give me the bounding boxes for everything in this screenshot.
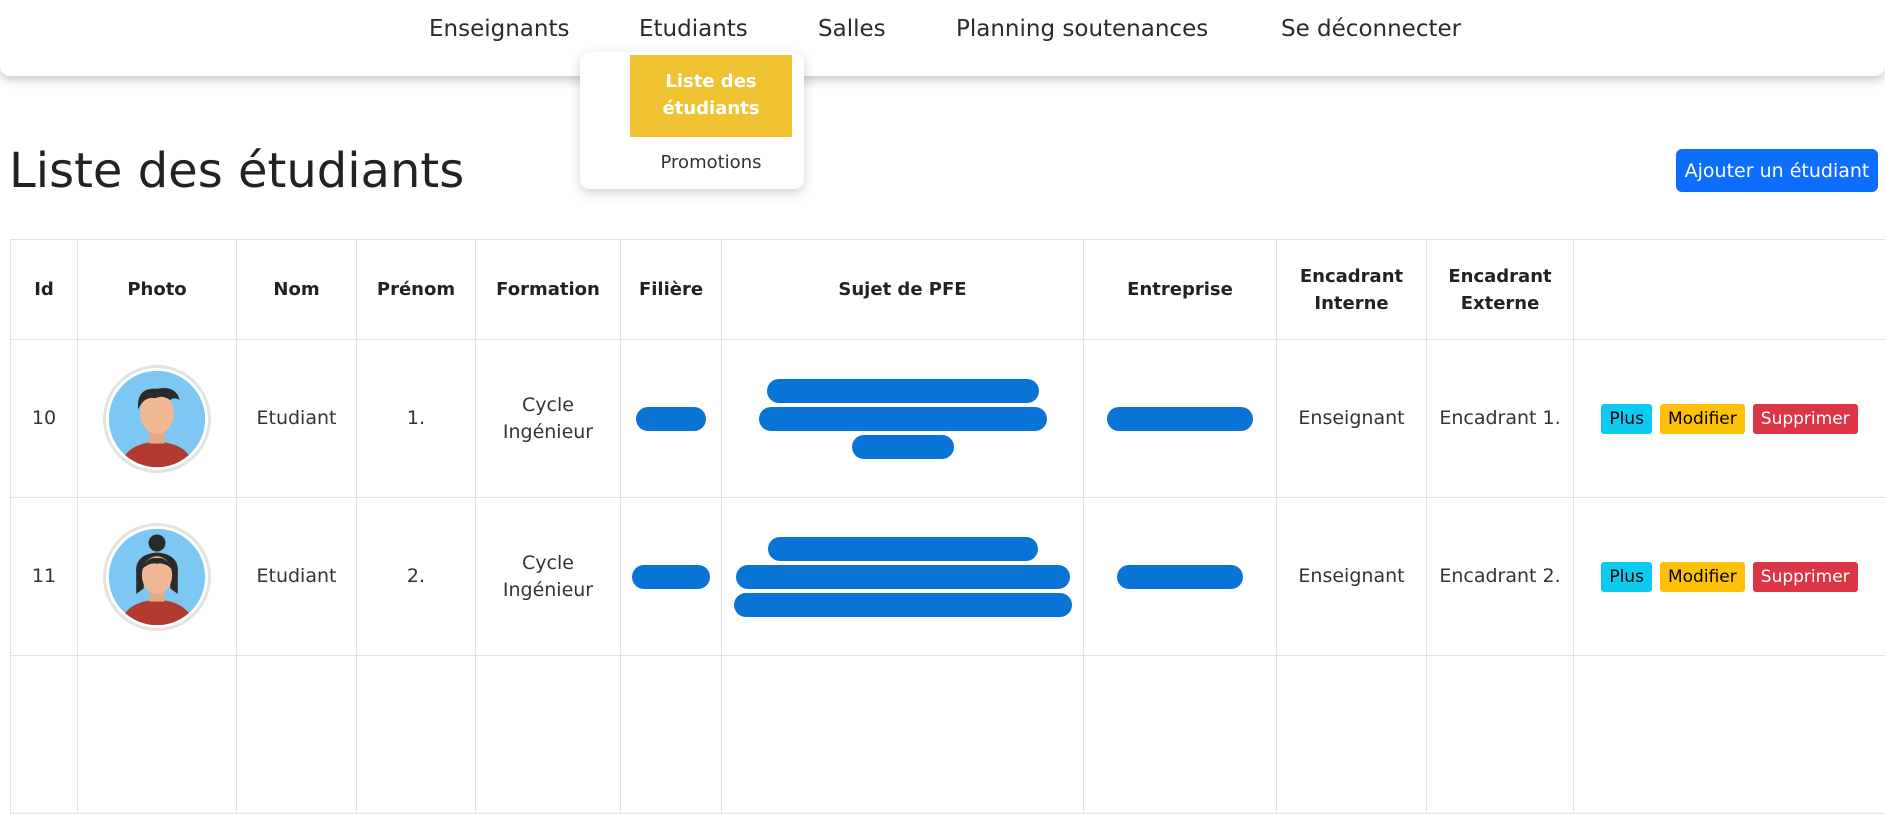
col-header-formation: Formation <box>476 240 621 340</box>
redaction-bar <box>734 593 1072 617</box>
top-navbar: Enseignants Etudiants Salles Planning so… <box>0 0 1885 76</box>
female-avatar-icon <box>103 523 211 631</box>
cell-encadrant-externe: Encadrant 2. <box>1427 498 1574 656</box>
table-row: 10 Etudiant 1. Cycle Ingénieur <box>11 340 1885 498</box>
table-row: 11 Etudiant 2. Cycle Ingén <box>11 498 1885 656</box>
cell-filiere-redacted <box>621 340 722 498</box>
cell-encadrant-externe: Encadrant 1. <box>1427 340 1574 498</box>
table-header-row: Id Photo Nom Prénom Formation Filière Su… <box>11 240 1885 340</box>
supprimer-button[interactable]: Supprimer <box>1753 562 1858 592</box>
redaction-bar <box>1107 407 1253 431</box>
cell-formation: Cycle Ingénieur <box>476 498 621 656</box>
cell-entreprise-redacted <box>1084 498 1277 656</box>
cell-filiere-redacted <box>621 498 722 656</box>
nav-se-deconnecter[interactable]: Se déconnecter <box>1281 16 1461 42</box>
supprimer-button[interactable]: Supprimer <box>1753 404 1858 434</box>
cell-nom: Etudiant <box>237 340 357 498</box>
nav-planning-soutenances[interactable]: Planning soutenances <box>956 16 1208 42</box>
plus-button[interactable]: Plus <box>1601 562 1652 592</box>
cell-encadrant-interne: Enseignant <box>1277 498 1427 656</box>
nav-etudiants[interactable]: Etudiants <box>639 16 748 42</box>
col-header-sujet-pfe: Sujet de PFE <box>722 240 1084 340</box>
cell-id: 11 <box>11 498 78 656</box>
redaction-bar <box>767 379 1039 403</box>
col-header-prenom: Prénom <box>357 240 476 340</box>
col-header-encadrant-externe: Encadrant Externe <box>1427 240 1574 340</box>
col-header-filiere: Filière <box>621 240 722 340</box>
male-avatar-icon <box>103 365 211 473</box>
redaction-bar <box>736 565 1070 589</box>
col-header-actions <box>1574 240 1885 340</box>
modifier-button[interactable]: Modifier <box>1660 562 1745 592</box>
redaction-bar <box>759 407 1047 431</box>
col-header-photo: Photo <box>78 240 237 340</box>
redaction-bar <box>768 537 1038 561</box>
cell-entreprise-redacted <box>1084 340 1277 498</box>
cell-nom: Etudiant <box>237 498 357 656</box>
cell-actions: Plus Modifier Supprimer <box>1574 340 1885 498</box>
cell-sujet-pfe-redacted <box>722 340 1084 498</box>
redaction-bar <box>852 435 954 459</box>
cell-sujet-pfe-redacted <box>722 498 1084 656</box>
nav-salles[interactable]: Salles <box>818 16 886 42</box>
plus-button[interactable]: Plus <box>1601 404 1652 434</box>
add-student-button[interactable]: Ajouter un étudiant <box>1676 149 1878 192</box>
redaction-bar <box>1117 565 1243 589</box>
cell-photo <box>78 340 237 498</box>
cell-prenom: 1. <box>357 340 476 498</box>
cell-photo <box>78 498 237 656</box>
modifier-button[interactable]: Modifier <box>1660 404 1745 434</box>
cell-encadrant-interne: Enseignant <box>1277 340 1427 498</box>
cell-id: 10 <box>11 340 78 498</box>
col-header-entreprise: Entreprise <box>1084 240 1277 340</box>
cell-prenom: 2. <box>357 498 476 656</box>
col-header-id: Id <box>11 240 78 340</box>
col-header-encadrant-interne: Encadrant Interne <box>1277 240 1427 340</box>
table-row-partial <box>11 656 1885 814</box>
page-title: Liste des étudiants <box>9 143 464 199</box>
students-table: Id Photo Nom Prénom Formation Filière Su… <box>10 239 1885 814</box>
col-header-nom: Nom <box>237 240 357 340</box>
redaction-bar <box>636 407 706 431</box>
cell-actions: Plus Modifier Supprimer <box>1574 498 1885 656</box>
nav-enseignants[interactable]: Enseignants <box>429 16 569 42</box>
dropdown-item-liste-etudiants[interactable]: Liste des étudiants <box>630 55 792 137</box>
dropdown-item-promotions[interactable]: Promotions <box>630 152 792 173</box>
cell-formation: Cycle Ingénieur <box>476 340 621 498</box>
etudiants-dropdown-menu: Liste des étudiants Promotions <box>580 52 804 189</box>
redaction-bar <box>632 565 710 589</box>
